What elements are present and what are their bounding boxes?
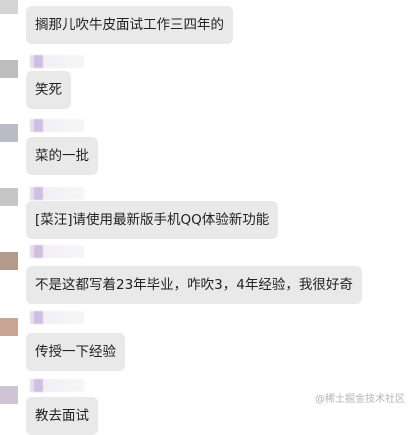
message-text: 传授一下经验 [35,344,116,360]
watermark-text: @稀土掘金技术社区 [315,394,405,405]
sender-name [30,379,84,392]
message-bubble[interactable]: 搁那儿吹牛皮面试工作三四年的 [26,6,233,44]
avatar[interactable] [0,318,18,336]
message-bubble[interactable]: 菜的一批 [26,137,98,175]
avatar[interactable] [0,188,18,206]
avatar[interactable] [0,60,18,78]
message-bubble[interactable]: [菜汪]请使用最新版手机QQ体验新功能 [26,201,279,239]
message-text: 不是这都写着23年毕业，咋吹3，4年经验，我很好奇 [35,277,353,293]
avatar[interactable] [0,386,18,404]
watermark: @稀土掘金技术社区 [315,390,405,405]
sender-name [30,119,84,132]
message-text: [菜汪]请使用最新版手机QQ体验新功能 [35,212,270,228]
message-text: 菜的一批 [35,148,89,164]
avatar[interactable] [0,252,18,270]
message-bubble[interactable]: 传授一下经验 [26,333,125,371]
message-text: 搁那儿吹牛皮面试工作三四年的 [35,17,224,33]
sender-name [30,311,84,324]
chat-history: 搁那儿吹牛皮面试工作三四年的 笑死 菜的一批 [菜汪]请使用最新版手机QQ体验新… [0,0,411,435]
message-bubble[interactable]: 教去面试 [26,397,98,435]
message-bubble[interactable]: 笑死 [26,71,71,109]
message-text: 教去面试 [35,408,89,424]
avatar[interactable] [0,0,18,14]
message-text: 笑死 [35,82,62,98]
message-bubble[interactable]: 不是这都写着23年毕业，咋吹3，4年经验，我很好奇 [26,266,362,304]
sender-name [30,187,84,200]
sender-name [30,245,84,258]
avatar[interactable] [0,124,18,142]
sender-name [30,55,84,68]
